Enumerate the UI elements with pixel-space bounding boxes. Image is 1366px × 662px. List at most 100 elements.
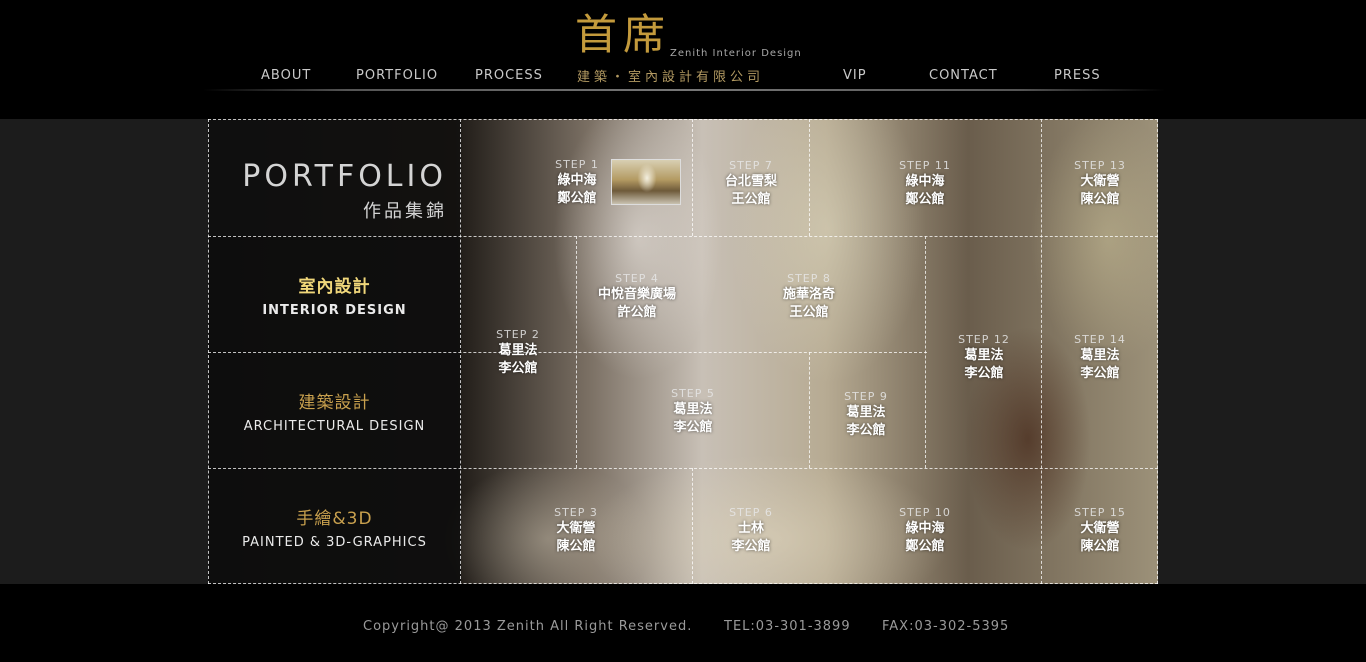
step-client: 李公館: [1080, 366, 1120, 381]
step-12-link[interactable]: STEP 12 葛里法 李公館: [939, 333, 1029, 383]
step-project: 大衛營: [556, 521, 596, 536]
nav-vip[interactable]: VIP: [843, 68, 867, 83]
step-number: STEP 15: [1074, 506, 1126, 519]
step-4-link[interactable]: STEP 4 中悅音樂廣場 許公館: [582, 272, 692, 322]
site-header: ABOUT PORTFOLIO PROCESS 首席 Zenith Interi…: [0, 0, 1366, 119]
category-cell-interior: 室內設計 INTERIOR DESIGN: [208, 236, 461, 352]
nav-portfolio[interactable]: PORTFOLIO: [356, 68, 438, 83]
step-client: 李公館: [731, 539, 771, 554]
step-client: 李公館: [846, 423, 886, 438]
grid-line: [1041, 119, 1042, 584]
nav-press[interactable]: PRESS: [1054, 68, 1101, 83]
portfolio-title-cell: PORTFOLIO 作品集錦: [208, 119, 461, 236]
nav-contact[interactable]: CONTACT: [929, 68, 998, 83]
step-number: STEP 7: [729, 159, 773, 172]
step-number: STEP 12: [958, 333, 1010, 346]
grid-line: [925, 236, 926, 468]
step-client: 鄭公館: [905, 192, 945, 207]
step-client: 鄭公館: [557, 191, 597, 206]
grid-line: [460, 119, 461, 584]
step-project: 施華洛奇: [782, 287, 835, 302]
step-13-link[interactable]: STEP 13 大衛營 陳公館: [1055, 159, 1145, 209]
grid-line: [809, 352, 810, 468]
step-number: STEP 14: [1074, 333, 1126, 346]
step-client: 王公館: [731, 192, 771, 207]
step-11-link[interactable]: STEP 11 綠中海 鄭公館: [880, 159, 970, 209]
page-title-cn: 作品集錦: [363, 201, 447, 222]
step-project: 綠中海: [905, 521, 945, 536]
site-logo[interactable]: 首席 Zenith Interior Design 建築・室內設計有限公司: [575, 10, 801, 86]
step-client: 陳公館: [1080, 539, 1120, 554]
telephone-number: TEL:03-301-3899: [724, 619, 851, 634]
logo-company-name: 建築・室內設計有限公司: [577, 70, 765, 85]
category-architectural-design[interactable]: 建築設計 ARCHITECTURAL DESIGN: [208, 388, 461, 434]
step-client: 李公館: [498, 361, 538, 376]
site-footer: Copyright@ 2013 Zenith All Right Reserve…: [0, 584, 1366, 662]
grid-line: [692, 119, 693, 236]
step-3-link[interactable]: STEP 3 大衛營 陳公館: [531, 506, 621, 556]
step-14-link[interactable]: STEP 14 葛里法 李公館: [1055, 333, 1145, 383]
category-label-cn: 手繪&3D: [296, 509, 373, 529]
step-number: STEP 2: [496, 328, 540, 341]
step-project: 葛里法: [964, 348, 1004, 363]
step-number: STEP 5: [671, 387, 715, 400]
step-project: 葛里法: [846, 405, 886, 420]
step-client: 鄭公館: [905, 539, 945, 554]
category-label-en: ARCHITECTURAL DESIGN: [243, 419, 426, 434]
step-project: 葛里法: [1080, 348, 1120, 363]
step-project: 綠中海: [557, 173, 597, 188]
step-project: 綠中海: [905, 174, 945, 189]
step-client: 王公館: [789, 305, 829, 320]
step-number: STEP 6: [729, 506, 773, 519]
page-title: PORTFOLIO: [242, 159, 447, 194]
step-number: STEP 1: [555, 158, 599, 171]
step-8-link[interactable]: STEP 8 施華洛奇 王公館: [764, 272, 854, 322]
step-15-link[interactable]: STEP 15 大衛營 陳公館: [1055, 506, 1145, 556]
grid-line: [1157, 119, 1158, 584]
step-5-link[interactable]: STEP 5 葛里法 李公館: [648, 387, 738, 437]
step-project: 士林: [737, 521, 764, 536]
copyright-text: Copyright@ 2013 Zenith All Right Reserve…: [363, 619, 693, 634]
grid-line: [692, 468, 693, 584]
step-number: STEP 3: [554, 506, 598, 519]
category-label-cn: 建築設計: [298, 393, 371, 413]
grid-line: [208, 119, 1158, 120]
grid-line: [208, 352, 927, 353]
category-interior-design[interactable]: 室內設計 INTERIOR DESIGN: [208, 272, 461, 318]
portfolio-grid: PORTFOLIO 作品集錦 室內設計 INTERIOR DESIGN 建築設計…: [208, 119, 1158, 584]
logo-name-en: Zenith Interior Design: [670, 48, 802, 59]
step-project: 大衛營: [1080, 174, 1120, 189]
logo-name-cn: 首席: [575, 10, 672, 59]
step-10-link[interactable]: STEP 10 綠中海 鄭公館: [880, 506, 970, 556]
fax-number: FAX:03-302-5395: [882, 619, 1010, 634]
step-project: 葛里法: [673, 402, 713, 417]
step-client: 陳公館: [1080, 192, 1120, 207]
step-client: 李公館: [964, 366, 1004, 381]
step-number: STEP 4: [615, 272, 659, 285]
step-client: 陳公館: [556, 539, 596, 554]
step-project: 大衛營: [1080, 521, 1120, 536]
step-1-link[interactable]: STEP 1 綠中海 鄭公館: [532, 158, 622, 208]
step-9-link[interactable]: STEP 9 葛里法 李公館: [821, 390, 911, 440]
category-label-cn: 室內設計: [298, 277, 371, 297]
grid-line: [576, 236, 577, 468]
category-label-en: INTERIOR DESIGN: [262, 303, 407, 318]
nav-divider: [203, 89, 1165, 91]
category-cell-architectural: 建築設計 ARCHITECTURAL DESIGN: [208, 352, 461, 468]
nav-process[interactable]: PROCESS: [475, 68, 543, 83]
nav-about[interactable]: ABOUT: [261, 68, 311, 83]
grid-line: [809, 119, 810, 236]
step-number: STEP 13: [1074, 159, 1126, 172]
step-project: 台北雪梨: [724, 174, 777, 189]
category-painted-3d-graphics[interactable]: 手繪&3D PAINTED & 3D-GRAPHICS: [208, 504, 461, 550]
step-project: 葛里法: [498, 343, 538, 358]
step-project: 中悅音樂廣場: [597, 287, 676, 302]
step-2-link[interactable]: STEP 2 葛里法 李公館: [473, 328, 563, 378]
step-number: STEP 10: [899, 506, 951, 519]
grid-line: [208, 119, 209, 584]
step-6-link[interactable]: STEP 6 士林 李公館: [706, 506, 796, 556]
step-7-link[interactable]: STEP 7 台北雪梨 王公館: [706, 159, 796, 209]
grid-line: [208, 236, 1158, 237]
step-client: 李公館: [673, 420, 713, 435]
step-client: 許公館: [617, 305, 657, 320]
